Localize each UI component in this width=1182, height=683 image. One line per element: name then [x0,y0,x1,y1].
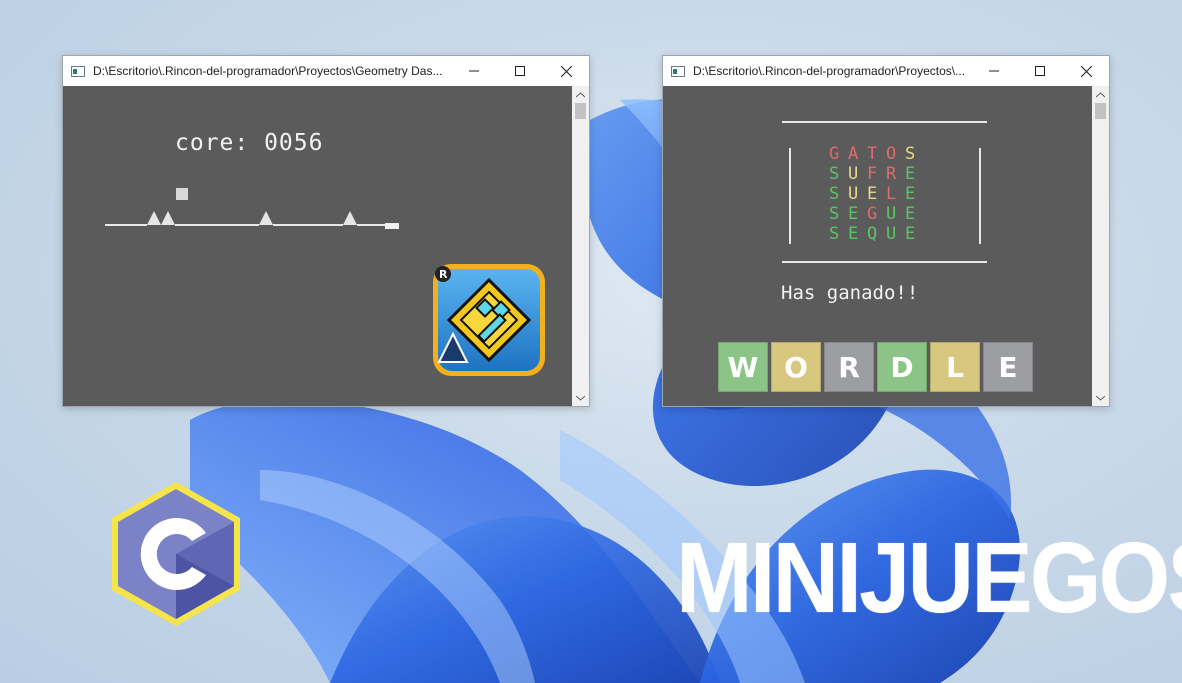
vertical-scrollbar[interactable] [1092,86,1109,406]
close-button[interactable] [543,56,589,86]
logo-tile: R [824,342,874,392]
window-title: D:\Escritorio\.Rincon-del-programador\Pr… [693,64,966,78]
c-language-logo-icon [112,482,240,626]
letter-cell: E [848,204,859,224]
guess-row: SUFRE [829,164,924,184]
right-border [979,148,981,244]
maximize-button[interactable] [497,56,543,86]
letter-cell: L [886,184,897,204]
console-area: core: 0056 R [63,86,572,406]
letter-cell: A [848,144,859,164]
title-bar[interactable]: D:\Escritorio\.Rincon-del-programador\Pr… [663,56,1109,86]
geometry-dash-window[interactable]: D:\Escritorio\.Rincon-del-programador\Pr… [62,55,590,407]
letter-cell: S [829,164,840,184]
letter-cell: E [905,204,916,224]
wordle-logo: W O R D L E [718,342,1033,392]
result-text: Has ganado!! [781,282,919,304]
scroll-up-arrow-icon[interactable] [572,86,589,103]
letter-cell: S [829,184,840,204]
svg-text:R: R [439,268,448,281]
geometry-dash-cube-icon: R [433,264,545,376]
logo-tile: O [771,342,821,392]
letter-cell: T [867,144,878,164]
logo-tile: E [983,342,1033,392]
wordle-window[interactable]: D:\Escritorio\.Rincon-del-programador\Pr… [662,55,1110,407]
player-cube [176,188,188,200]
letter-cell: U [886,224,897,244]
letter-cell: E [905,164,916,184]
letter-cell: Q [867,224,878,244]
guess-row: SEQUE [829,224,924,244]
letter-cell: S [829,204,840,224]
letter-cell: G [829,144,840,164]
wordle-guess-grid: GATOS SUFRE SUELE SEGUE SEQUE [829,144,924,244]
guess-row: SUELE [829,184,924,204]
top-divider [782,121,987,123]
spike-obstacles [147,211,357,225]
letter-cell: S [829,224,840,244]
letter-cell: F [867,164,878,184]
minimize-button[interactable] [971,56,1017,86]
letter-cell: U [886,204,897,224]
title-bar[interactable]: D:\Escritorio\.Rincon-del-programador\Pr… [63,56,589,86]
letter-cell: U [848,184,859,204]
letter-cell: E [905,184,916,204]
logo-tile: L [930,342,980,392]
logo-tile: D [877,342,927,392]
scroll-down-arrow-icon[interactable] [1092,389,1109,406]
scroll-thumb[interactable] [575,103,586,119]
vertical-scrollbar[interactable] [572,86,589,406]
letter-cell: U [848,164,859,184]
window-title: D:\Escritorio\.Rincon-del-programador\Pr… [93,64,443,78]
maximize-button[interactable] [1017,56,1063,86]
letter-cell: E [905,224,916,244]
letter-cell: E [848,224,859,244]
ground-block [385,223,399,229]
bottom-divider [782,261,987,263]
console-app-icon [71,65,85,77]
letter-cell: G [867,204,878,224]
scroll-up-arrow-icon[interactable] [1092,86,1109,103]
letter-cell: E [867,184,878,204]
console-app-icon [671,65,685,77]
scroll-down-arrow-icon[interactable] [572,389,589,406]
headline-text: MINIJUEGOS [676,522,1182,634]
left-border [789,148,791,244]
letter-cell: S [905,144,916,164]
guess-row: SEGUE [829,204,924,224]
console-area: GATOS SUFRE SUELE SEGUE SEQUE Has ganado… [663,86,1092,406]
letter-cell: O [886,144,897,164]
guess-row: GATOS [829,144,924,164]
minimize-button[interactable] [451,56,497,86]
close-button[interactable] [1063,56,1109,86]
logo-tile: W [718,342,768,392]
scroll-thumb[interactable] [1095,103,1106,119]
letter-cell: R [886,164,897,184]
